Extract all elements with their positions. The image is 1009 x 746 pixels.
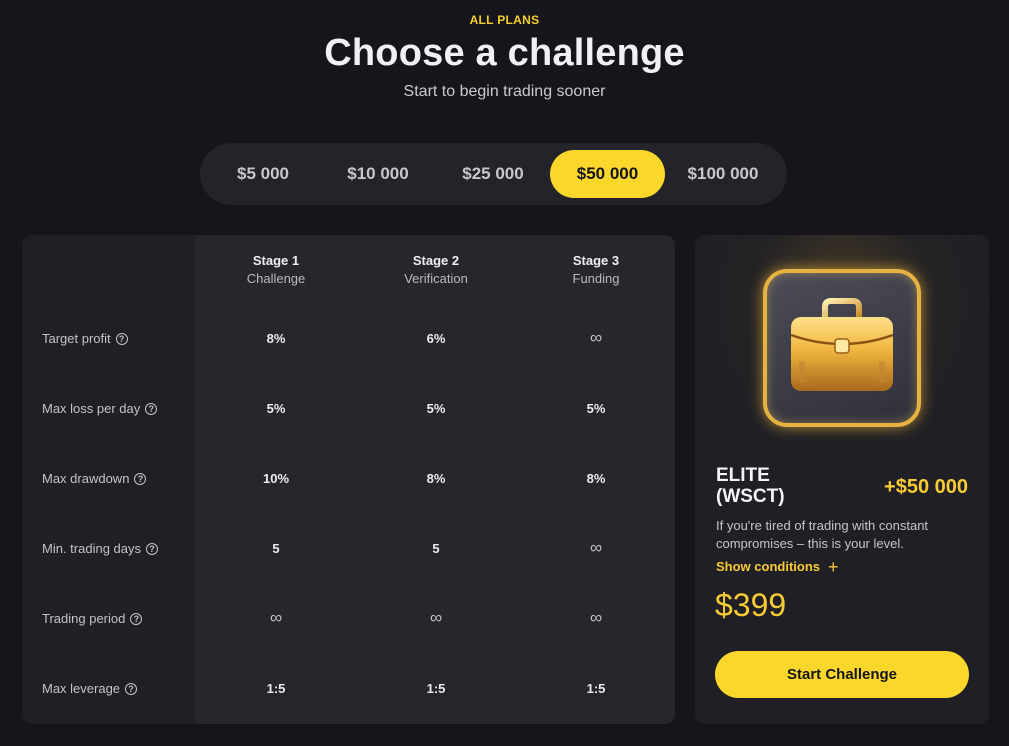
plan-title-line-2: (WSCT) xyxy=(716,486,785,507)
stage-2-name: Verification xyxy=(404,271,468,286)
cell-target-profit-stage-1: 8% xyxy=(266,331,286,346)
help-icon[interactable]: ? xyxy=(146,542,158,555)
stage-3-name: Funding xyxy=(572,271,620,286)
plan-description: If you're tired of trading with constant… xyxy=(716,518,929,551)
row-label-text: Max drawdown xyxy=(42,471,130,486)
briefcase-icon xyxy=(763,269,921,427)
show-conditions-link[interactable]: Show conditions + xyxy=(716,556,839,577)
row-label-text: Max loss per day xyxy=(42,401,141,416)
row-label-trading-period: Trading period ? xyxy=(42,611,143,626)
tab-100000[interactable]: $100 000 xyxy=(666,150,780,198)
plan-title: ELITE (WSCT) xyxy=(716,465,785,507)
help-icon[interactable]: ? xyxy=(125,682,138,695)
cell-max-leverage-stage-1: 1:5 xyxy=(266,681,286,696)
help-icon[interactable]: ? xyxy=(115,332,128,345)
tab-5000[interactable]: $5 000 xyxy=(212,150,314,198)
tab-50000[interactable]: $50 000 xyxy=(550,150,665,198)
stage-3-number: Stage 3 xyxy=(572,253,620,268)
cell-max-leverage-stage-3: 1:5 xyxy=(586,681,606,696)
cell-trading-period-stage-1: ∞ xyxy=(269,608,283,627)
plan-price: $399 xyxy=(715,587,787,623)
row-label-min-trading-days: Min. trading days ? xyxy=(42,541,158,556)
stage-2-number: Stage 2 xyxy=(412,253,460,268)
page-subtitle: Start to begin trading sooner xyxy=(403,83,606,100)
help-icon[interactable]: ? xyxy=(134,472,147,485)
row-label-target-profit: Target profit ? xyxy=(42,331,128,346)
stage-3-header: Stage 3 Funding xyxy=(516,235,675,286)
start-challenge-button[interactable]: Start Challenge xyxy=(715,651,969,698)
help-icon[interactable]: ? xyxy=(145,402,158,415)
cell-max-drawdown-stage-1: 10% xyxy=(262,471,290,486)
cell-max-drawdown-stage-3: 8% xyxy=(586,471,606,486)
cell-max-loss-stage-1: 5% xyxy=(266,401,286,416)
cell-max-loss-stage-2: 5% xyxy=(426,401,446,416)
conditions-table: Stage 1 Challenge Stage 2 Verification S… xyxy=(22,235,675,724)
row-label-text: Target profit xyxy=(42,331,111,346)
stage-1-name: Challenge xyxy=(246,271,306,286)
row-label-max-loss-per-day: Max loss per day ? xyxy=(42,401,158,416)
show-conditions-label: Show conditions xyxy=(716,559,820,574)
stage-1-number: Stage 1 xyxy=(252,253,300,268)
row-label-text: Max leverage xyxy=(42,681,121,696)
stage-2-header: Stage 2 Verification xyxy=(356,235,516,286)
plan-title-line-1: ELITE xyxy=(716,465,770,486)
page-title: Choose a challenge xyxy=(324,32,685,74)
cell-max-drawdown-stage-2: 8% xyxy=(426,471,446,486)
cell-target-profit-stage-3: ∞ xyxy=(589,328,603,347)
plan-bonus: +$50 000 xyxy=(884,476,968,498)
plus-icon: + xyxy=(828,556,839,577)
plan-card: ELITE (WSCT) +$50 000 If you're tired of… xyxy=(695,235,989,724)
cell-max-loss-stage-3: 5% xyxy=(586,401,606,416)
row-label-max-leverage: Max leverage ? xyxy=(42,681,138,696)
eyebrow-label: ALL PLANS xyxy=(469,13,540,27)
stage-1-header: Stage 1 Challenge xyxy=(196,235,356,286)
tab-10000[interactable]: $10 000 xyxy=(322,150,434,198)
plan-size-tabs: $5 000 $10 000 $25 000 $50 000 $100 000 xyxy=(200,143,787,205)
cell-trading-period-stage-3: ∞ xyxy=(589,608,603,627)
cell-max-leverage-stage-2: 1:5 xyxy=(426,681,446,696)
cell-min-days-stage-1: 5 xyxy=(272,541,280,556)
cell-target-profit-stage-2: 6% xyxy=(426,331,446,346)
cell-min-days-stage-3: ∞ xyxy=(589,538,603,557)
cell-min-days-stage-2: 5 xyxy=(432,541,440,556)
cell-trading-period-stage-2: ∞ xyxy=(429,608,443,627)
tab-25000[interactable]: $25 000 xyxy=(437,150,549,198)
row-label-text: Min. trading days xyxy=(42,541,141,556)
row-label-max-drawdown: Max drawdown ? xyxy=(42,471,147,486)
row-label-text: Trading period xyxy=(42,611,126,626)
help-icon[interactable]: ? xyxy=(130,612,143,625)
